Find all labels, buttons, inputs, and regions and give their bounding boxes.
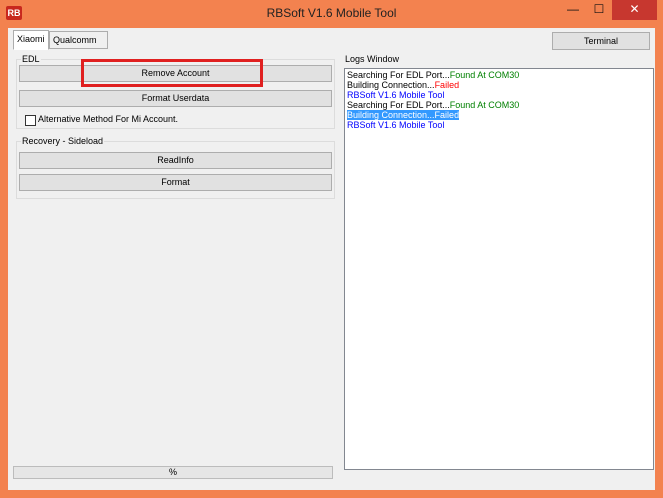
recovery-group-title: Recovery - Sideload <box>21 135 105 147</box>
terminal-button[interactable]: Terminal <box>552 32 650 50</box>
format-userdata-button[interactable]: Format Userdata <box>19 90 332 107</box>
maximize-button[interactable]: ☐ <box>586 0 612 20</box>
log-line: Searching For EDL Port...Found At COM30 <box>347 70 520 80</box>
readinfo-button[interactable]: ReadInfo <box>19 152 332 169</box>
close-button[interactable]: ✕ <box>612 0 657 20</box>
alt-method-label: Alternative Method For Mi Account. <box>38 114 179 124</box>
log-line: RBSoft V1.6 Mobile Tool <box>347 120 445 130</box>
title-bar[interactable]: RB RBSoft V1.6 Mobile Tool — ☐ ✕ <box>0 0 663 28</box>
log-line: RBSoft V1.6 Mobile Tool <box>347 90 445 100</box>
tab-qualcomm[interactable]: Qualcomm <box>49 31 108 49</box>
logs-title: Logs Window <box>345 54 400 64</box>
format-button[interactable]: Format <box>19 174 332 191</box>
edl-group-title: EDL <box>21 53 41 65</box>
progress-bar: % <box>13 466 333 479</box>
alt-method-checkbox[interactable] <box>25 115 36 126</box>
logs-window[interactable]: Searching For EDL Port...Found At COM30 … <box>344 68 654 470</box>
window-frame: RB RBSoft V1.6 Mobile Tool — ☐ ✕ Xiaomi … <box>0 0 663 498</box>
tab-xiaomi[interactable]: Xiaomi <box>13 30 49 50</box>
log-line: Searching For EDL Port...Found At COM30 <box>347 100 520 110</box>
log-line: Building Connection...Failed <box>347 110 460 120</box>
log-line: Building Connection...Failed <box>347 80 460 90</box>
client-area: Xiaomi Qualcomm Terminal EDL Remove Acco… <box>8 28 655 490</box>
minimize-button[interactable]: — <box>560 0 586 20</box>
highlight-box <box>81 59 263 87</box>
